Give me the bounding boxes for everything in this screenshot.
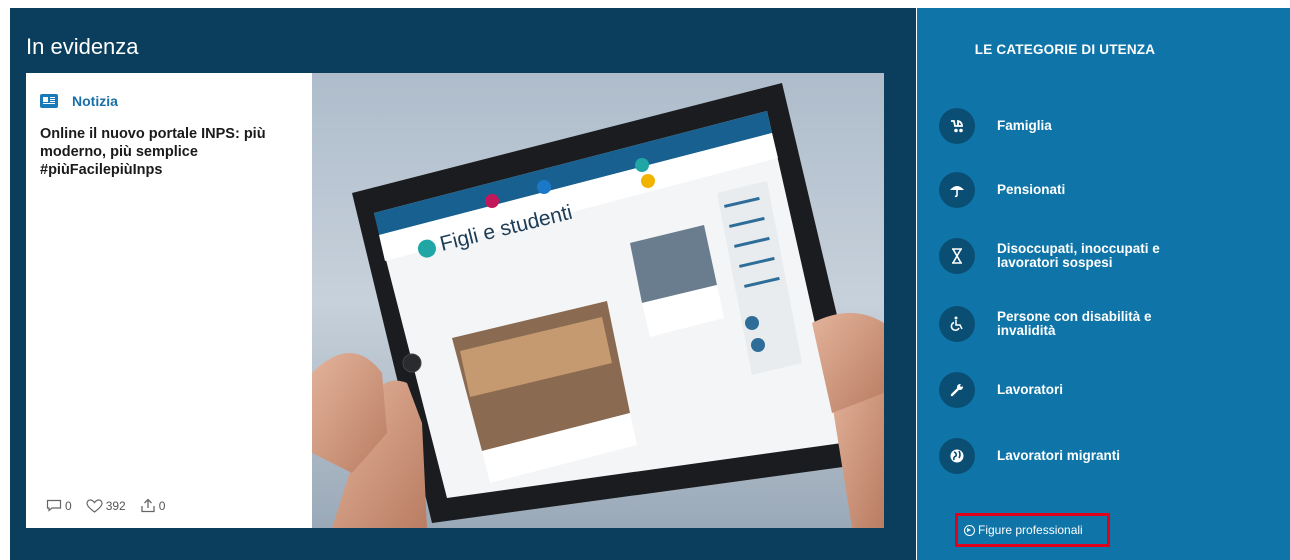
- category-label: Persone con disabilità e invalidità: [997, 309, 1152, 338]
- tablet-illustration: Figli e studenti: [312, 73, 884, 528]
- figure-professionali-label: Figure professionali: [978, 523, 1083, 537]
- user-categories-panel: LE CATEGORIE DI UTENZA Famiglia Pensiona…: [917, 8, 1290, 560]
- shares-count: 0: [158, 498, 166, 513]
- categories-title: LE CATEGORIE DI UTENZA: [974, 42, 1156, 57]
- category-label: Famiglia: [997, 118, 1052, 133]
- shares-stat[interactable]: 0: [140, 498, 166, 513]
- stroller-icon: [939, 108, 975, 144]
- featured-news-card[interactable]: Notizia Online il nuovo portale INPS: pi…: [26, 73, 884, 528]
- category-label: Lavoratori migranti: [997, 448, 1121, 463]
- badge-label: Notizia: [72, 93, 118, 109]
- wheelchair-icon: [939, 306, 975, 342]
- category-famiglia[interactable]: Famiglia: [939, 108, 1197, 144]
- likes-stat[interactable]: 392: [86, 499, 126, 513]
- category-label: Lavoratori: [997, 382, 1064, 397]
- comments-count: 0: [65, 498, 72, 513]
- wrench-icon: [939, 372, 975, 408]
- section-title: In evidenza: [26, 34, 139, 59]
- card-stats: 0 392 0: [46, 498, 179, 513]
- heart-icon: [86, 498, 103, 513]
- arrow-circle-icon: [964, 524, 975, 536]
- category-disabilita[interactable]: Persone con disabilità e invalidità: [939, 306, 1197, 342]
- news-badge: Notizia: [40, 93, 118, 109]
- category-lavoratori[interactable]: Lavoratori: [939, 372, 1197, 408]
- category-label: Disoccupati, inoccupati e lavoratori sos…: [997, 241, 1160, 270]
- figure-professionali-link[interactable]: Figure professionali: [955, 513, 1110, 547]
- news-headline[interactable]: Online il nuovo portale INPS: più modern…: [40, 125, 290, 179]
- card-text-area: Notizia Online il nuovo portale INPS: pi…: [26, 73, 312, 528]
- category-disoccupati[interactable]: Disoccupati, inoccupati e lavoratori sos…: [939, 238, 1197, 274]
- globe-icon: [939, 438, 975, 474]
- category-migranti[interactable]: Lavoratori migranti: [939, 438, 1197, 474]
- newspaper-icon: [40, 94, 58, 108]
- in-evidenza-panel: In evidenza Notizia Online il nuovo port…: [10, 8, 916, 560]
- comments-stat[interactable]: 0: [46, 499, 72, 513]
- tablet-photo[interactable]: Figli e studenti: [312, 73, 884, 528]
- umbrella-icon: [939, 172, 975, 208]
- comment-icon: [46, 499, 62, 512]
- category-label: Pensionati: [997, 182, 1066, 197]
- category-pensionati[interactable]: Pensionati: [939, 172, 1197, 208]
- likes-count: 392: [105, 498, 126, 513]
- hourglass-icon: [939, 238, 975, 274]
- share-icon: [141, 498, 155, 513]
